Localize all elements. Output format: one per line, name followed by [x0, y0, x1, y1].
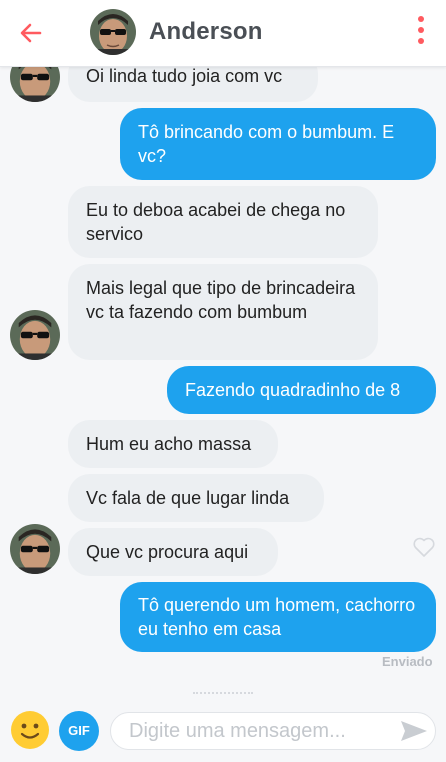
- divider: [193, 692, 253, 696]
- chat-header: Anderson: [0, 0, 446, 67]
- contact-avatar[interactable]: [10, 310, 60, 360]
- message-bubble-incoming[interactable]: Hum eu acho massa: [68, 420, 278, 468]
- contact-name[interactable]: Anderson: [149, 18, 263, 46]
- contact-avatar[interactable]: [90, 9, 136, 55]
- kebab-menu-icon[interactable]: [414, 16, 428, 50]
- gif-button[interactable]: GIF: [59, 711, 99, 751]
- contact-avatar[interactable]: [10, 524, 60, 574]
- emoji-icon[interactable]: [10, 710, 50, 750]
- message-bubble-incoming[interactable]: Vc fala de que lugar linda: [68, 474, 324, 522]
- back-arrow-icon[interactable]: [18, 20, 44, 46]
- send-icon[interactable]: [400, 720, 428, 742]
- message-status: Enviado: [382, 654, 433, 669]
- like-heart-icon[interactable]: [412, 536, 436, 558]
- message-bubble-outgoing[interactable]: Tô querendo um homem, cachorro eu tenho …: [120, 582, 436, 652]
- message-bubble-outgoing[interactable]: Fazendo quadradinho de 8: [167, 366, 436, 414]
- message-bubble-incoming[interactable]: Que vc procura aqui: [68, 528, 278, 576]
- message-bubble-incoming[interactable]: Mais legal que tipo de brincadeira vc ta…: [68, 264, 378, 360]
- message-composer: GIF Digite uma mensagem...: [0, 700, 446, 762]
- message-input[interactable]: Digite uma mensagem...: [110, 712, 436, 750]
- message-bubble-incoming[interactable]: Eu to deboa acabei de chega no servico: [68, 186, 378, 258]
- message-bubble-outgoing[interactable]: Tô brincando com o bumbum. E vc?: [120, 108, 436, 180]
